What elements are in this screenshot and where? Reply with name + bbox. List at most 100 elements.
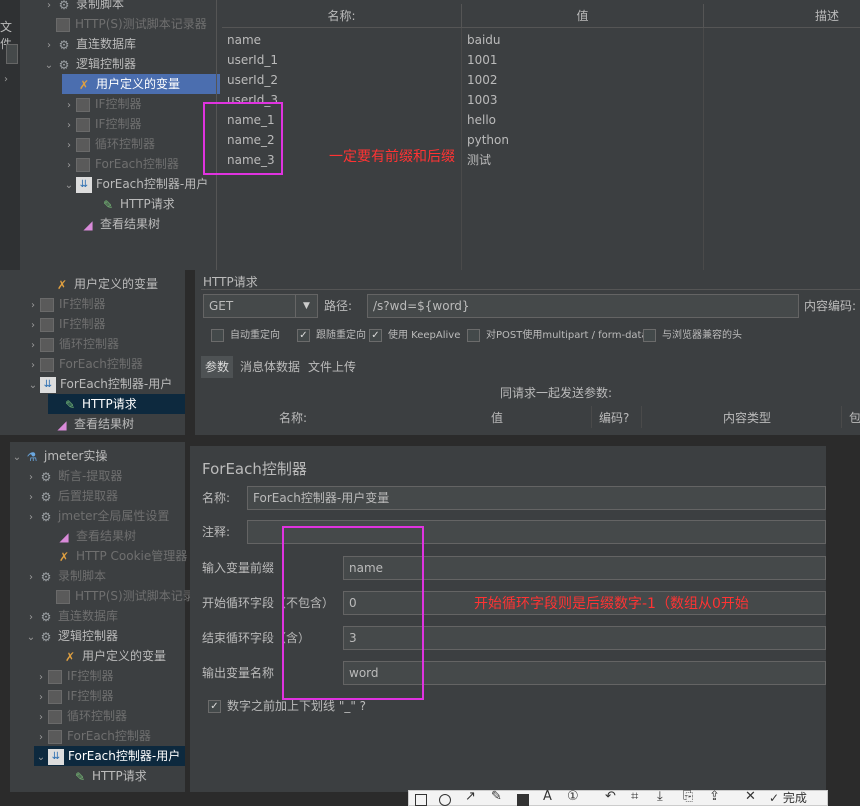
pen-tool-icon[interactable]: ✎: [491, 789, 502, 804]
option-checkbox[interactable]: 对POST使用multipart / form-data: [467, 326, 648, 342]
tree-node[interactable]: › 循环控制器: [26, 334, 185, 354]
number-tool-icon[interactable]: ①: [567, 789, 579, 804]
underscore-checkbox[interactable]: ✓: [208, 700, 221, 713]
ellipse-tool-icon[interactable]: [439, 794, 451, 806]
chevron-right-icon[interactable]: ›: [24, 608, 38, 628]
variable-name-cell[interactable]: userId_2: [222, 70, 458, 90]
tree-node[interactable]: › ForEach控制器: [34, 726, 185, 746]
variable-value-cell[interactable]: 1001: [462, 50, 700, 70]
chevron-right-icon[interactable]: ›: [62, 136, 76, 156]
col-header-value[interactable]: 值: [462, 4, 704, 28]
tree-node[interactable]: › ⚙ 直连数据库: [42, 34, 220, 54]
chevron-right-icon[interactable]: ›: [62, 116, 76, 136]
tree-node[interactable]: ◢ 查看结果树: [42, 526, 185, 546]
tree-node[interactable]: ✎ HTTP请求: [48, 394, 185, 414]
close-icon[interactable]: ✕: [745, 789, 756, 804]
col-header-name[interactable]: 名称:: [222, 4, 462, 28]
tree-node[interactable]: ✗ HTTP Cookie管理器: [42, 546, 187, 566]
chevron-right-icon[interactable]: ›: [26, 336, 40, 356]
tree-node[interactable]: › ForEach控制器: [62, 154, 220, 174]
tree-node[interactable]: ✗ 用户定义的变量: [40, 274, 185, 294]
tab-parameters[interactable]: 参数: [201, 356, 233, 378]
variable-name-cell[interactable]: name: [222, 30, 458, 50]
rectangle-tool-icon[interactable]: [415, 794, 427, 806]
tree-node[interactable]: HTTP(S)测试脚本记录器: [42, 586, 207, 606]
tree-node[interactable]: › 循环控制器: [34, 706, 185, 726]
checkbox-box[interactable]: [643, 328, 656, 342]
tree-node[interactable]: ⌄ ⇊ ForEach控制器-用户: [34, 746, 185, 766]
checkbox-box[interactable]: [211, 328, 224, 342]
checkbox-box[interactable]: [467, 328, 480, 342]
ocr-icon[interactable]: ⌗: [631, 789, 638, 804]
tree-node[interactable]: › ⚙ 录制脚本: [42, 0, 220, 14]
col-header-desc[interactable]: 描述: [704, 4, 860, 28]
tree-node[interactable]: › ⚙ 直连数据库: [24, 606, 185, 626]
variable-value-cell[interactable]: 1002: [462, 70, 700, 90]
tree-node[interactable]: › IF控制器: [26, 294, 185, 314]
option-checkbox[interactable]: ✓ 使用 KeepAlive: [369, 326, 460, 342]
chevron-down-icon[interactable]: ⌄: [10, 448, 24, 468]
chevron-right-icon[interactable]: ›: [42, 36, 56, 56]
chevron-right-icon[interactable]: ›: [62, 156, 76, 176]
tree-node[interactable]: › IF控制器: [34, 686, 185, 706]
chevron-right-icon[interactable]: ›: [24, 468, 38, 488]
tree-node[interactable]: ◢ 查看结果树: [40, 414, 185, 434]
chevron-right-icon[interactable]: ›: [24, 508, 38, 528]
chevron-right-icon[interactable]: ›: [62, 96, 76, 116]
checkbox-box[interactable]: ✓: [297, 328, 310, 342]
chevron-down-icon[interactable]: ⌄: [42, 56, 56, 76]
chevron-down-icon[interactable]: ⌄: [26, 376, 40, 396]
undo-icon[interactable]: ↶: [605, 789, 616, 804]
chevron-right-icon[interactable]: ›: [26, 356, 40, 376]
tree-node[interactable]: › 循环控制器: [62, 134, 220, 154]
tree-node[interactable]: › ⚙ 录制脚本: [24, 566, 185, 586]
param-col-include[interactable]: 包: [849, 409, 860, 426]
chevron-right-icon[interactable]: ›: [34, 668, 48, 688]
variable-value-cell[interactable]: baidu: [462, 30, 700, 50]
chevron-right-icon[interactable]: ›: [24, 488, 38, 508]
option-checkbox[interactable]: 自动重定向: [211, 326, 280, 342]
param-col-value[interactable]: 值: [491, 409, 503, 426]
chevron-right-icon[interactable]: ›: [26, 316, 40, 336]
tree-node[interactable]: › ⚙ jmeter全局属性设置: [24, 506, 185, 526]
tree-node[interactable]: ⌄ ⇊ ForEach控制器-用户: [62, 174, 220, 194]
tree-node[interactable]: ✎ HTTP请求: [58, 766, 185, 786]
foreach-name-input[interactable]: ForEach控制器-用户变量: [247, 486, 826, 510]
chevron-down-icon[interactable]: ⌄: [62, 176, 76, 196]
download-icon[interactable]: ⤓: [657, 789, 663, 804]
tree-node[interactable]: › ⚙ 后置提取器: [24, 486, 185, 506]
variable-name-cell[interactable]: userId_1: [222, 50, 458, 70]
tree-node[interactable]: › ⚙ 断言-提取器: [24, 466, 185, 486]
tree-node[interactable]: HTTP(S)测试脚本记录器: [42, 14, 220, 34]
tab-file-upload[interactable]: 文件上传: [307, 356, 357, 378]
variable-value-cell[interactable]: python: [462, 130, 700, 150]
variable-value-cell[interactable]: 1003: [462, 90, 700, 110]
left-toggle[interactable]: ›: [4, 74, 8, 85]
tab-body-data[interactable]: 消息体数据: [239, 356, 301, 378]
text-tool-icon[interactable]: A: [543, 789, 552, 804]
chevron-down-icon[interactable]: ⌄: [34, 748, 48, 768]
tree-node[interactable]: ⌄ ⇊ ForEach控制器-用户: [26, 374, 185, 394]
tree-node[interactable]: ◢ 查看结果树: [66, 214, 220, 234]
tree-node[interactable]: ✗ 用户定义的变量: [48, 646, 185, 666]
checkbox-box[interactable]: ✓: [369, 328, 382, 342]
tree-node[interactable]: › ForEach控制器: [26, 354, 185, 374]
tree-node[interactable]: ⌄ ⚗ jmeter实操: [10, 446, 185, 466]
mosaic-tool-icon[interactable]: [517, 794, 529, 806]
variable-value-cell[interactable]: 测试: [462, 150, 700, 170]
tree-node[interactable]: › IF控制器: [34, 666, 185, 686]
done-button[interactable]: ✓ 完成: [769, 789, 807, 806]
chevron-right-icon[interactable]: ›: [34, 708, 48, 728]
tree-node[interactable]: ⌄ ⚙ 逻辑控制器: [24, 626, 185, 646]
chevron-right-icon[interactable]: ›: [26, 296, 40, 316]
method-select[interactable]: GET ▼: [203, 294, 318, 318]
path-input[interactable]: /s?wd=${word}: [367, 294, 799, 318]
chevron-right-icon[interactable]: ›: [34, 728, 48, 748]
tree-node[interactable]: ✗ 用户定义的变量: [62, 74, 220, 94]
option-checkbox[interactable]: 与浏览器兼容的头: [643, 326, 742, 342]
tree-node[interactable]: ⌄ ⚙ 逻辑控制器: [42, 54, 220, 74]
chevron-right-icon[interactable]: ›: [24, 568, 38, 588]
chevron-down-icon[interactable]: ⌄: [24, 628, 38, 648]
param-col-name[interactable]: 名称:: [279, 409, 307, 426]
pin-icon[interactable]: ⎘: [683, 789, 693, 804]
